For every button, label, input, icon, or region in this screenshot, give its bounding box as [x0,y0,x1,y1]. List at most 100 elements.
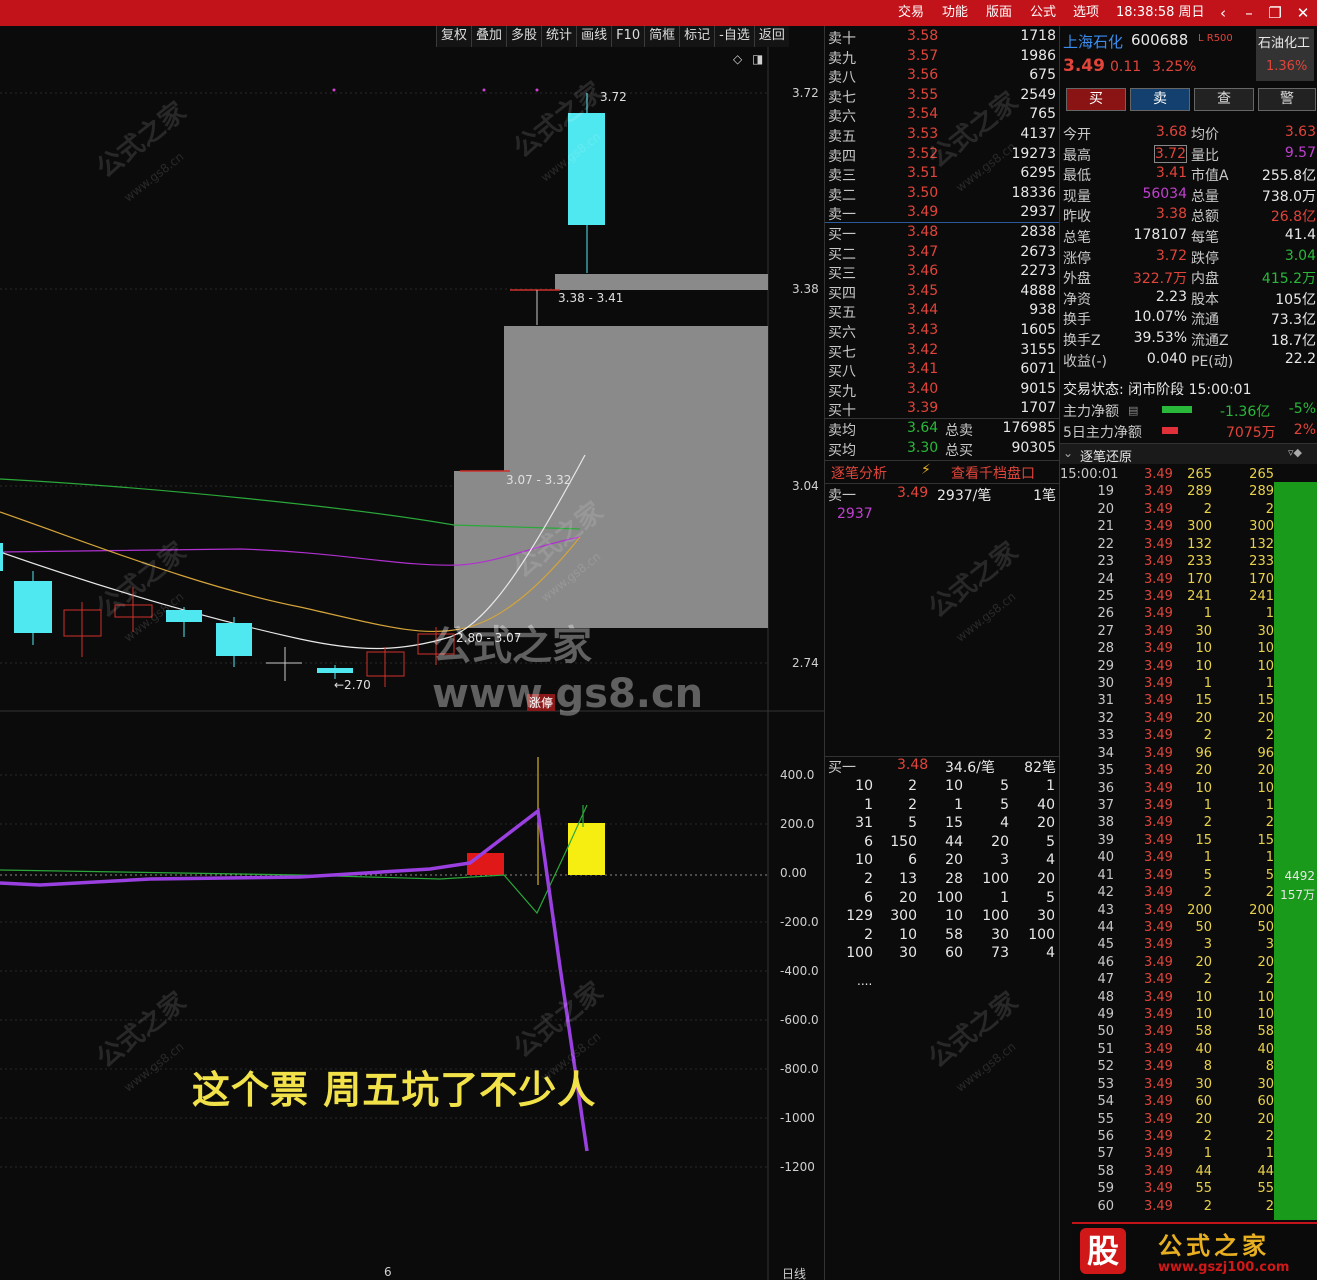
btn-overlay[interactable]: 叠加 [471,26,507,47]
bid1-order-cell: 5 [908,815,917,832]
quote-row: 外盘 322.7万 内盘 415.2万 [1063,271,1316,288]
ask-row[interactable]: 卖五 3.53 4137 [825,126,1060,146]
bid1-order-cell: 100 [846,945,873,962]
bid1-order-cell: 58 [945,926,963,943]
menu-layout[interactable]: 版面 [986,0,1012,26]
bid1-order-cell: 10 [899,926,917,943]
quote-row: 昨收 3.38 总额 26.8亿 [1063,206,1316,226]
menu-formula[interactable]: 公式 [1030,0,1056,26]
tick-row: 19 3.49 289 289 [1097,484,1274,500]
tick-row: 32 3.49 20 20 [1097,710,1274,726]
tick-row: 46 3.49 20 20 [1097,954,1274,970]
back-icon[interactable]: ‹ [1212,0,1234,26]
quote-row: 涨停 3.72 跌停 3.04 [1063,247,1316,267]
tick-row: 33 3.49 2 2 [1097,728,1274,744]
collapse-icon[interactable]: ⌄ [1063,446,1073,460]
industry-name[interactable]: 石油化工 [1258,32,1310,51]
menu-function[interactable]: 功能 [942,0,968,26]
trade-status: 交易状态: 闭市阶段 15:00:01 [1063,382,1252,398]
btn-draw[interactable]: 画线 [576,26,612,47]
tick-row: 36 3.49 10 10 [1097,780,1274,796]
stock-name: 上海石化 [1063,33,1124,51]
ask-row[interactable]: 卖十 3.58 1718 [825,28,1060,48]
minimize-icon[interactable]: – [1238,0,1260,26]
tick-row: 57 3.49 1 1 [1097,1146,1274,1162]
ask-row[interactable]: 卖八 3.56 675 [825,67,1060,87]
bid1-order-cell: 5 [1046,889,1055,906]
bid1-order-cell: 2 [908,796,917,813]
bid1-order-cell: 1 [1046,778,1055,794]
bid-row[interactable]: 买八 3.41 6071 [825,361,1060,381]
tab-tick-analysis[interactable]: 逐笔分析 [831,463,887,483]
btn-watchlist[interactable]: -自选 [714,26,754,47]
bid1-order-cell: 4 [1046,945,1055,962]
bid1-order-cell: 13 [899,871,917,887]
high-label: 3.72 [600,90,627,104]
tick-row: 34 3.49 96 96 [1097,745,1274,761]
bid1-order-cell: 20 [1037,871,1055,887]
quote-row: 总笔 178107 每笔 41.4 [1063,227,1316,246]
buy-button[interactable]: 买 [1066,88,1126,111]
tick-row: 21 3.49 300 300 [1097,519,1274,535]
sell-button[interactable]: 卖 [1130,88,1190,111]
ask-row[interactable]: 卖七 3.55 2549 [825,87,1060,107]
bid-row[interactable]: 买五 3.44 938 [825,302,1060,322]
quote-row: 换手 10.07% 流通 73.3亿 [1063,309,1316,329]
bid1-order-cell: 3 [1000,852,1009,869]
more-orders[interactable]: .... [857,974,872,988]
bid1-order-cell: 4 [1046,852,1055,869]
tick-replay-title: 逐笔还原 [1080,450,1133,465]
btn-f10[interactable]: F10 [611,26,645,47]
menu-trade[interactable]: 交易 [898,0,924,26]
menu-options[interactable]: 选项 [1073,0,1099,26]
btn-stats[interactable]: 统计 [541,26,577,47]
bid-row[interactable]: 买三 3.46 2273 [825,263,1060,283]
bid1-order-cell: 1 [954,796,963,813]
kline-chart[interactable]: ◇ ◨ 3.72 3.38 3.04 2.74 400.0 200.0 0.00 -200.… [0,47,824,1280]
indicator-axis: 400.0 200.0 0.00 -200.0 -400.0 -600.0 -800.0 -1… [780,768,819,1174]
tick-row: 25 3.49 241 241 [1097,588,1274,604]
btn-multi[interactable]: 多股 [506,26,542,47]
bid-row[interactable]: 买七 3.42 3155 [825,342,1060,362]
indicator-tick-label: -200.0 [780,915,819,929]
bid-row[interactable]: 买四 3.45 4888 [825,283,1060,303]
bid1-order-cell: 10 [855,852,873,869]
bid1-order-cell: 28 [945,871,963,887]
bid1-order-cell: 100 [982,908,1009,925]
industry-pct: 1.36% [1266,59,1308,74]
period-label[interactable]: 日线 [782,1265,806,1280]
tab-thousand-depth[interactable]: 查看千档盘口 [951,463,1035,483]
bid-row[interactable]: 买二 3.47 2673 [825,244,1060,264]
tick-row: 31 3.49 15 15 [1097,693,1274,709]
tick-row: 58 3.49 44 44 [1097,1163,1274,1179]
alert-button[interactable]: 警 [1258,88,1316,111]
bid-row[interactable]: 买六 3.43 1605 [825,322,1060,342]
query-button[interactable]: 查 [1194,88,1254,111]
restore-icon[interactable]: ❐ [1264,0,1286,26]
ask-row[interactable]: 卖二 3.50 18336 [825,185,1060,205]
btn-simple[interactable]: 简框 [644,26,680,47]
ask-row[interactable]: 卖三 3.51 6295 [825,165,1060,185]
btn-back[interactable]: 返回 [753,26,789,47]
tick-row: 30 3.49 1 1 [1097,676,1274,692]
bid1-order-cell: 20 [991,833,1009,850]
panel-toggle-icon[interactable]: ◨ [752,52,763,66]
gap-label-1: 3.38 - 3.41 [558,291,624,305]
bid-row[interactable]: 买一 3.48 2838 [825,224,1060,244]
btn-mark[interactable]: 标记 [679,26,715,47]
bid-row[interactable]: 买九 3.40 9015 [825,381,1060,401]
tick-row: 48 3.49 10 10 [1097,989,1274,1005]
diamond-icon[interactable]: ◇ [733,52,743,66]
btn-fuquan[interactable]: 复权 [436,26,472,47]
bid1-order-cell: 10 [945,778,963,794]
x-axis-label: 6 [384,1265,392,1279]
lightning-icon: ⚡ [921,462,931,478]
ask-row[interactable]: 卖六 3.54 765 [825,106,1060,126]
tick-row: 38 3.49 2 2 [1097,815,1274,831]
tick-row: 42 3.49 2 2 [1097,885,1274,901]
close-icon[interactable]: ✕ [1292,0,1314,26]
filter-icon[interactable]: ▿◆ [1288,446,1302,459]
price-axis: 3.723.383.042.74 [792,86,819,670]
ask-row[interactable]: 卖九 3.57 1986 [825,48,1060,68]
ask-row[interactable]: 卖四 3.52 19273 [825,146,1060,166]
